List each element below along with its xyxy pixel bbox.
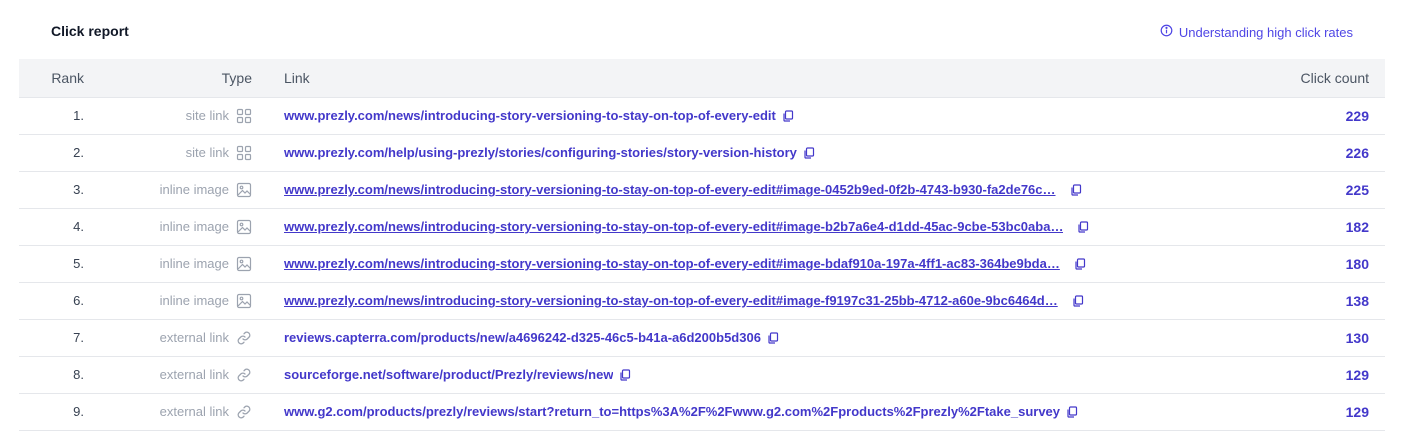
type-cell: external link [84, 356, 252, 393]
copy-icon[interactable] [1077, 220, 1089, 233]
column-header-rank[interactable]: Rank [19, 59, 84, 98]
copy-icon[interactable] [1072, 294, 1084, 307]
type-label: inline image [159, 182, 229, 197]
grid-icon [236, 145, 252, 161]
click-report-table: Rank Type Link Click count 1. site link … [19, 59, 1385, 431]
grid-icon [236, 108, 252, 124]
chain-link-icon [236, 404, 252, 420]
table-row: 7. external link reviews.capterra.com/pr… [19, 319, 1385, 356]
table-row: 1. site link www.prezly.com/news/introdu… [19, 97, 1385, 134]
click-count: 182 [1345, 218, 1369, 235]
link-url[interactable]: www.g2.com/products/prezly/reviews/start… [284, 404, 1060, 419]
click-count: 226 [1345, 144, 1369, 161]
click-count: 229 [1345, 107, 1369, 124]
rank-cell: 7. [73, 330, 84, 345]
column-header-link[interactable]: Link [252, 59, 1235, 98]
click-count: 129 [1345, 366, 1369, 383]
type-cell: inline image [84, 171, 252, 208]
help-link-label: Understanding high click rates [1178, 24, 1353, 40]
link-cell: www.prezly.com/news/introducing-story-ve… [252, 245, 1235, 282]
link-cell: www.prezly.com/news/introducing-story-ve… [252, 97, 1235, 134]
copy-icon[interactable] [619, 368, 631, 381]
type-cell: inline image [84, 282, 252, 319]
table-row: 3. inline image www.prezly.com/news/intr… [19, 171, 1385, 208]
link-cell: sourceforge.net/software/product/Prezly/… [252, 356, 1235, 393]
link-url[interactable]: www.prezly.com/news/introducing-story-ve… [284, 108, 776, 123]
column-header-type[interactable]: Type [84, 59, 252, 98]
help-link[interactable]: Understanding high click rates [1160, 24, 1353, 40]
link-cell: www.g2.com/products/prezly/reviews/start… [252, 393, 1235, 430]
table-row: 2. site link www.prezly.com/help/using-p… [19, 134, 1385, 171]
link-url[interactable]: www.prezly.com/news/introducing-story-ve… [284, 293, 1058, 308]
type-label: external link [159, 367, 229, 382]
copy-icon[interactable] [1070, 183, 1082, 196]
link-url[interactable]: www.prezly.com/help/using-prezly/stories… [284, 145, 797, 160]
table-row: 8. external link sourceforge.net/softwar… [19, 356, 1385, 393]
rank-cell: 4. [73, 219, 84, 234]
click-count: 225 [1345, 181, 1369, 198]
type-label: external link [159, 404, 229, 419]
type-label: inline image [159, 256, 229, 271]
chain-link-icon [236, 367, 252, 383]
type-label: external link [159, 330, 229, 345]
page-title: Click report [51, 23, 129, 39]
link-cell: reviews.capterra.com/products/new/a46962… [252, 319, 1235, 356]
column-header-click-count[interactable]: Click count [1235, 59, 1385, 98]
info-icon [1160, 24, 1173, 40]
link-cell: www.prezly.com/help/using-prezly/stories… [252, 134, 1235, 171]
click-count: 180 [1345, 255, 1369, 272]
type-label: inline image [159, 219, 229, 234]
copy-icon[interactable] [767, 331, 779, 344]
click-count: 129 [1345, 403, 1369, 420]
type-label: site link [185, 108, 229, 123]
click-count: 138 [1345, 292, 1369, 309]
type-cell: inline image [84, 208, 252, 245]
rank-cell: 9. [73, 404, 84, 419]
chain-link-icon [236, 330, 252, 346]
link-url[interactable]: www.prezly.com/news/introducing-story-ve… [284, 256, 1060, 271]
type-cell: site link [84, 97, 252, 134]
copy-icon[interactable] [1066, 405, 1078, 418]
image-icon [236, 256, 252, 272]
rank-cell: 8. [73, 367, 84, 382]
link-url[interactable]: reviews.capterra.com/products/new/a46962… [284, 330, 761, 345]
type-label: site link [185, 145, 229, 160]
type-label: inline image [159, 293, 229, 308]
type-cell: site link [84, 134, 252, 171]
click-count: 130 [1345, 329, 1369, 346]
click-report-panel: Click report Understanding high click ra… [0, 0, 1404, 448]
table-row: 4. inline image www.prezly.com/news/intr… [19, 208, 1385, 245]
link-url[interactable]: sourceforge.net/software/product/Prezly/… [284, 367, 613, 382]
link-url[interactable]: www.prezly.com/news/introducing-story-ve… [284, 219, 1063, 234]
link-cell: www.prezly.com/news/introducing-story-ve… [252, 282, 1235, 319]
type-cell: external link [84, 393, 252, 430]
type-cell: external link [84, 319, 252, 356]
copy-icon[interactable] [803, 146, 815, 159]
link-cell: www.prezly.com/news/introducing-story-ve… [252, 208, 1235, 245]
rank-cell: 5. [73, 256, 84, 271]
rank-cell: 3. [73, 182, 84, 197]
image-icon [236, 182, 252, 198]
rank-cell: 6. [73, 293, 84, 308]
link-url[interactable]: www.prezly.com/news/introducing-story-ve… [284, 182, 1056, 197]
rank-cell: 1. [73, 108, 84, 123]
copy-icon[interactable] [1074, 257, 1086, 270]
table-header-row: Rank Type Link Click count [19, 59, 1385, 98]
image-icon [236, 293, 252, 309]
link-cell: www.prezly.com/news/introducing-story-ve… [252, 171, 1235, 208]
image-icon [236, 219, 252, 235]
type-cell: inline image [84, 245, 252, 282]
table-row: 9. external link www.g2.com/products/pre… [19, 393, 1385, 430]
table-row: 6. inline image www.prezly.com/news/intr… [19, 282, 1385, 319]
copy-icon[interactable] [782, 109, 794, 122]
rank-cell: 2. [73, 145, 84, 160]
table-row: 5. inline image www.prezly.com/news/intr… [19, 245, 1385, 282]
